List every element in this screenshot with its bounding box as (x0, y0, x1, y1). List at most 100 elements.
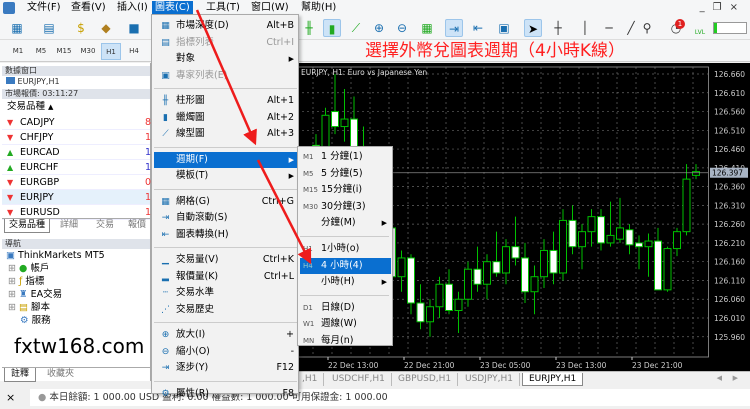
menu-item-experts[interactable]: ▣ 專家列表(E) (154, 68, 297, 84)
templates-icon[interactable]: ▣ (495, 19, 513, 37)
menu-item-volume[interactable]: ▁ 交易量(V) Ctrl+K (154, 252, 297, 268)
menu-item-chart-shift[interactable]: ⇤ 圖表轉換(H) (154, 227, 297, 243)
chart-tab-usdjpy[interactable]: USDJPY,H1 (459, 373, 520, 386)
market-watch-row[interactable]: ▲EURCHF1. (2, 160, 151, 175)
cursor-icon[interactable]: ➤ (524, 19, 542, 37)
menu-help[interactable]: 幫助(H) (298, 1, 339, 15)
navigator-accounts[interactable]: ⊞ ● 帳戶 (8, 262, 49, 275)
restore-icon[interactable]: ❐ (713, 2, 730, 13)
timeframe-m1[interactable]: M1 (8, 43, 28, 60)
menu-item-zoom-in[interactable]: ⊕ 放大(I) + (154, 327, 297, 343)
tab-symbols[interactable]: 交易品種 (4, 219, 51, 233)
chart-tab-usdchf[interactable]: USDCHF,H1 (326, 373, 392, 386)
chart-tab-gbpusd[interactable]: GBPUSD,H1 (392, 373, 459, 386)
market-watch-row[interactable]: ▼EURGBP0. (2, 175, 151, 190)
navigator-scripts[interactable]: ⊞ ▤ 腳本 (8, 301, 50, 314)
tab-trading[interactable]: 交易 (96, 219, 114, 232)
menu-charts[interactable]: 圖表(C) (152, 1, 193, 15)
autoscroll-icon[interactable]: ⇥ (445, 19, 463, 37)
menu-item-tick-volume[interactable]: ▂ 報價量(K) Ctrl+L (154, 269, 297, 285)
menu-window[interactable]: 窗口(W) (248, 1, 292, 15)
scroll-left-icon[interactable]: ◀ (717, 374, 722, 382)
search-icon[interactable]: ⚲ (638, 19, 656, 37)
navigator-expert-advisors[interactable]: ⊞ ♜ EA交易 (8, 288, 62, 301)
menu-item-autoscroll[interactable]: ⇥ 自動滾動(S) (154, 210, 297, 226)
market-watch-row[interactable]: ▼ CADJPY 8 (2, 115, 151, 130)
period-item-m1[interactable]: M1 1 分鐘(1) (300, 149, 391, 165)
period-item-h4[interactable]: H4 4 小時(4) (300, 257, 391, 274)
timeframe-h1[interactable]: H1 (101, 43, 121, 60)
expand-icon[interactable]: ⊞ (8, 276, 16, 287)
menu-item-submenu-9[interactable]: 週期(F) ▶ (154, 151, 297, 168)
timeframe-h4[interactable]: H4 (124, 43, 144, 60)
menu-item-candlestick[interactable]: ▮ 蠟燭圖 Alt+2 (154, 110, 297, 126)
scroll-right-icon[interactable]: ▶ (733, 374, 738, 382)
menu-tools[interactable]: 工具(T) (203, 1, 243, 15)
timeframe-m15[interactable]: M15 (54, 43, 74, 60)
window-controls[interactable]: _❐× (700, 2, 746, 13)
minimize-icon[interactable]: _ (700, 2, 713, 13)
candlestick-icon[interactable]: ▮ (323, 19, 341, 37)
menu-item-trade-history[interactable]: ⋰ 交易歷史 (154, 302, 297, 318)
period-item-more-8[interactable]: 小時(H) ▶ (300, 274, 391, 290)
chart-tab[interactable]: ,H1 (296, 373, 325, 386)
period-item-mn[interactable]: MN 每月(n) (300, 333, 391, 349)
menu-insert[interactable]: 插入(I) (114, 1, 151, 15)
market-watch-column-header[interactable]: 交易品種 ▲ (7, 100, 53, 114)
tab-favorites[interactable]: 收藏夾 (47, 368, 74, 381)
market-watch-row[interactable]: ▼EURJPY12 (2, 190, 151, 205)
tab-details[interactable]: 詳細 (60, 219, 78, 232)
menu-item-trade-levels[interactable]: ┄ 交易水準 (154, 285, 297, 301)
zoom-in-icon[interactable]: ⊕ (370, 19, 388, 37)
period-item-w1[interactable]: W1 週線(W) (300, 316, 391, 332)
lvl-icon[interactable]: LVL (692, 20, 708, 38)
menu-item-line-chart[interactable]: ⟋ 線型圖 Alt+3 (154, 126, 297, 142)
data-window-header: 數據窗口 (2, 66, 150, 76)
period-item-m15[interactable]: M15 15分鐘(i) (300, 182, 391, 198)
strategy-icon[interactable]: $ (72, 19, 90, 37)
expand-icon[interactable]: ⊞ (8, 263, 16, 274)
menu-item-zoom-out[interactable]: ⊖ 縮小(O) - (154, 344, 297, 360)
tab-ticks[interactable]: 報價 (128, 219, 146, 232)
menu-item-step[interactable]: ⇥ 逐步(Y) F12 (154, 360, 297, 376)
period-item-h1[interactable]: H1 1小時(o) (300, 241, 391, 257)
crosshair-icon[interactable]: ┼ (549, 19, 567, 37)
expand-icon[interactable]: ⊞ (8, 289, 16, 300)
menu-item-indicators[interactable]: ▤ 指標列表 Ctrl+I (154, 35, 297, 51)
horizontal-line-icon[interactable]: ─ (600, 19, 618, 37)
menu-item-submenu-2[interactable]: 對象 ▶ (154, 51, 297, 67)
period-item-more-4[interactable]: 分鐘(M) ▶ (300, 215, 391, 231)
line-chart-icon[interactable]: ⟋ (347, 19, 365, 37)
market-watch-row[interactable]: ▼CHFJPY11 (2, 130, 151, 145)
menu-item-grid[interactable]: ▦ 網格(G) Ctrl+G (154, 194, 297, 210)
close-icon[interactable]: × (730, 2, 746, 13)
expand-icon[interactable]: ⊞ (8, 302, 16, 313)
period-item-m30[interactable]: M30 30分鐘(3) (300, 199, 391, 215)
menu-item-properties[interactable]: ⚙ 屬性(R) F8 (154, 386, 297, 402)
navigator-indicators[interactable]: ⊞ ƒ 指標 (8, 275, 44, 288)
close-toolbox-icon[interactable]: × (6, 391, 15, 404)
tile-windows-icon[interactable]: ▦ (418, 19, 436, 37)
period-item-d1[interactable]: D1 日線(D) (300, 300, 391, 316)
menu-item-depth[interactable]: ▦ 市場深度(D) Alt+B (154, 18, 297, 34)
chart-shift-icon[interactable]: ⇤ (469, 19, 487, 37)
bar-chart-icon[interactable]: ╫ (300, 19, 318, 37)
menu-item-submenu-10[interactable]: 模板(T) ▶ (154, 168, 297, 184)
terminal-icon[interactable]: ■ (125, 19, 143, 37)
timeframe-m5[interactable]: M5 (31, 43, 51, 60)
timeframe-m30[interactable]: M30 (78, 43, 98, 60)
vertical-line-icon[interactable]: │ (576, 19, 594, 37)
navigator-services[interactable]: ⚙ 服務 (20, 314, 51, 327)
navigator-root[interactable]: ▣ ThinkMarkets MT5 (6, 249, 105, 262)
menu-view[interactable]: 查看(V) (68, 1, 109, 15)
period-item-m5[interactable]: M5 5 分鐘(5) (300, 166, 391, 182)
meta-editor-icon[interactable]: ◆ (97, 19, 115, 37)
chart-tab-eurjpy[interactable]: EURJPY,H1 (522, 373, 584, 386)
market-watch-row[interactable]: ▲EURCAD1. (2, 145, 151, 160)
menu-item-bar-chart[interactable]: ╫ 柱形圖 Alt+1 (154, 93, 297, 109)
zoom-out-icon[interactable]: ⊖ (393, 19, 411, 37)
menu-file[interactable]: 文件(F) (24, 1, 64, 15)
new-chart-icon[interactable]: ▦ (8, 19, 26, 37)
profiles-icon[interactable]: ▤ (40, 19, 58, 37)
tab-common[interactable]: 註釋 (4, 368, 37, 382)
